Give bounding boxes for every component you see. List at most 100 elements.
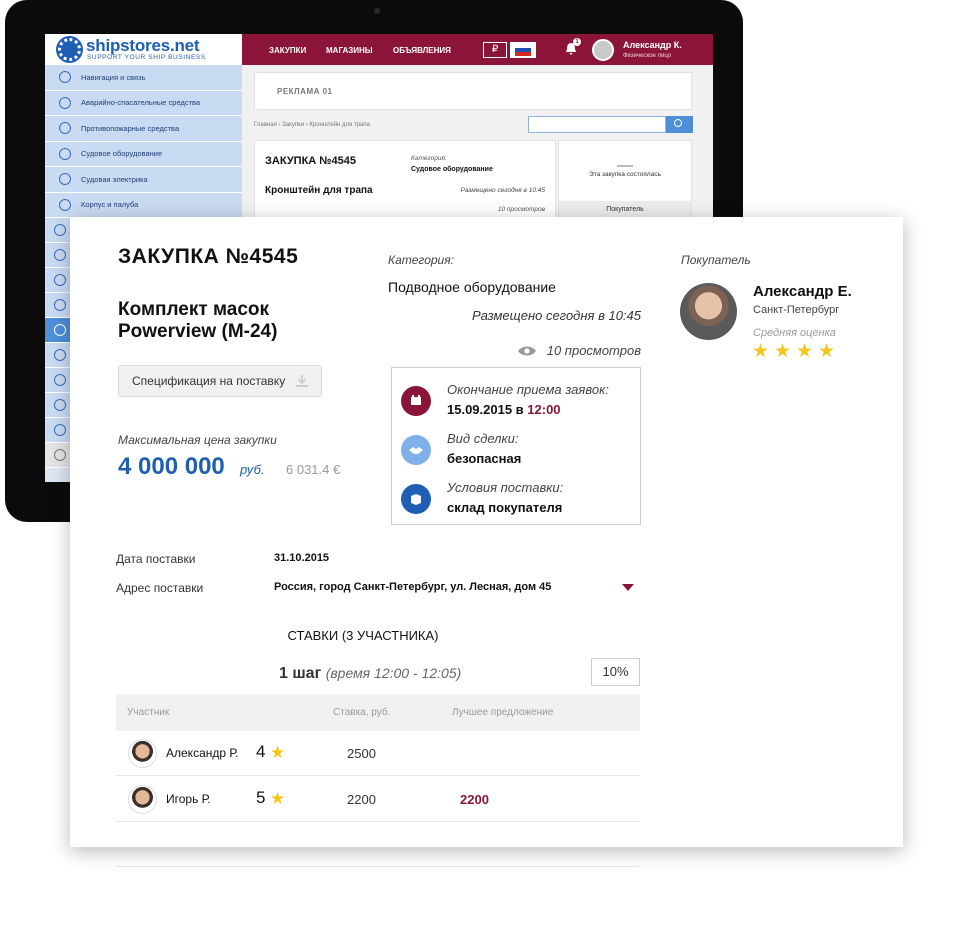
sidebar-item-label: Аварийно-спасательные средства (81, 98, 201, 108)
buyer-rating-label: Средняя оценка (753, 327, 836, 339)
sidebar-item-label: Навигация и связь (81, 72, 146, 82)
fire-extinguisher-icon (59, 122, 71, 135)
nav-stores[interactable]: МАГАЗИНЫ (326, 46, 373, 55)
product-name: Комплект масок Powerview (М-24) (118, 299, 278, 342)
step-time: (время 12:00 - 12:05) (325, 665, 462, 681)
address-expand-arrow-icon[interactable] (622, 584, 634, 591)
logo-gear-icon (58, 38, 81, 61)
sidebar-item-label: Судовое оборудование (81, 149, 163, 159)
sidebar-item-equipment[interactable]: Судовое оборудование (45, 141, 242, 167)
participant-best: 2200 (460, 792, 489, 807)
participant-bid: 2500 (347, 746, 376, 761)
buyer-label: Покупатель (681, 253, 751, 267)
nav-ads[interactable]: ОБЪЯВЛЕНИЯ (393, 46, 451, 55)
search-input[interactable] (528, 116, 666, 133)
views-count: 10 просмотров (517, 343, 641, 358)
fish-icon (54, 249, 66, 261)
plug-icon (59, 173, 71, 186)
sidebar-item-navigation[interactable]: Навигация и связь (45, 65, 242, 91)
category-value[interactable]: Подводное оборудование (388, 279, 556, 295)
star-icon: ★ (270, 743, 286, 762)
max-price-eur: 6 031.4 € (286, 462, 341, 477)
currency-button[interactable]: ₽ (483, 42, 507, 58)
max-price-currency: руб. (240, 462, 265, 477)
star-icon: ★ (818, 341, 836, 362)
step-label: 1 шаг (279, 665, 322, 682)
deal-value: безопасная (447, 451, 522, 466)
purchase-detail-card: ЗАКУПКА №4545 Комплект масок Powerview (… (70, 217, 903, 847)
preview-category-label: Категория: (411, 155, 447, 162)
eye-icon (54, 299, 66, 311)
sidebar-item-electrics[interactable]: Судовая электрика (45, 167, 242, 193)
sidebar-item-label: Противопожарные средства (81, 123, 180, 133)
terms-panel: Окончание приема заявок: 15.09.2015 в 12… (391, 367, 641, 525)
views-text: 10 просмотров (546, 343, 641, 358)
preview-name: Кронштейн для трапа (265, 185, 373, 196)
download-icon (296, 375, 308, 387)
col-best: Лучшее предложение (452, 707, 554, 718)
ad-banner[interactable]: РЕКЛАМА 01 (254, 72, 692, 110)
purchase-card-preview: ЗАКУПКА №4545 Кронштейн для трапа Катего… (254, 140, 556, 220)
sidebar-item-rescue[interactable]: Аварийно-спасательные средства (45, 90, 242, 116)
leaf-icon (54, 349, 66, 361)
ad-label: РЕКЛАМА 01 (277, 87, 333, 96)
table-row[interactable]: Игорь Р. 5 ★ 2200 2200 (116, 777, 640, 822)
nav-purchases[interactable]: ЗАКУПКИ (269, 46, 306, 55)
participant-avatar (128, 739, 157, 768)
delivery-date-value: 31.10.2015 (274, 552, 330, 564)
category-label: Категория: (388, 253, 454, 267)
compass-icon (59, 71, 71, 84)
deal-label: Вид сделки: (447, 431, 519, 446)
buyer-name[interactable]: Александр Е. (753, 283, 852, 300)
deadline-label: Окончание приема заявок: (447, 382, 609, 397)
cloud-icon (54, 399, 66, 411)
step-percent: 10% (591, 658, 640, 686)
participant-rank: 4 (256, 742, 266, 761)
sidebar-item-hull[interactable]: Корпус и палуба (45, 192, 242, 218)
delivery-value: склад покупателя (447, 500, 563, 515)
search-icon (674, 119, 682, 127)
preview-placed: Размещено сегодня в 10:45 (460, 187, 546, 194)
logo[interactable]: shipstores.net SUPPORT YOUR SHIP BUSINES… (45, 34, 242, 65)
preview-views: 10 просмотров (497, 206, 545, 213)
divider (115, 866, 639, 867)
sidebar-item-label: Корпус и палуба (81, 200, 139, 210)
deadline-date: 15.09.2015 в (447, 402, 528, 417)
sidebar-item-label: Судовая электрика (81, 174, 148, 184)
max-price-value: 4 000 000 (118, 453, 225, 480)
col-bid: Ставка, руб. (333, 707, 391, 718)
calendar-icon (401, 386, 431, 416)
preview-title: ЗАКУПКА №4545 (265, 155, 357, 167)
refresh-icon (54, 449, 66, 461)
top-bar: shipstores.net SUPPORT YOUR SHIP BUSINES… (45, 34, 713, 65)
handshake-icon (401, 435, 431, 465)
preview-category: Судовое оборудование (411, 166, 493, 173)
buyer-avatar[interactable] (680, 283, 737, 340)
diving-mask-icon (54, 324, 66, 336)
water-drop-icon (54, 224, 66, 236)
address-value: Россия, город Санкт-Петербург, ул. Лесна… (274, 581, 552, 593)
participant-name: Игорь Р. (166, 792, 211, 806)
participant-bid: 2200 (347, 792, 376, 807)
user-name[interactable]: Александр К. (623, 40, 682, 50)
table-row[interactable]: Александр Р. 4 ★ 2500 (116, 731, 640, 776)
logo-subtitle: SUPPORT YOUR SHIP BUSINESS (87, 54, 206, 61)
purchase-status: Эта закупка состоялась (589, 171, 661, 178)
bids-table-header: Участник Ставка, руб. Лучшее предложение (116, 694, 640, 731)
purchase-title: ЗАКУПКА №4545 (118, 245, 299, 268)
max-price-label: Максимальная цена закупки (118, 433, 277, 447)
search-button[interactable] (666, 116, 693, 133)
russian-flag-icon[interactable] (510, 42, 536, 58)
purchase-status-panel: Эта закупка состоялась Покупатель (558, 140, 692, 220)
sidebar-item-fire[interactable]: Противопожарные средства (45, 116, 242, 142)
deadline-time: 12:00 (527, 402, 561, 417)
box-icon (401, 484, 431, 514)
specification-download-button[interactable]: Спецификация на поставку (118, 365, 322, 397)
participant-avatar (128, 785, 157, 814)
logo-title: shipstores.net (86, 36, 200, 55)
participant-rank: 5 (256, 788, 266, 807)
breadcrumb[interactable]: Главная › Закупки › Кронштейн для трапа (254, 122, 370, 128)
user-avatar[interactable] (592, 39, 614, 61)
cup-icon (54, 374, 66, 386)
target-icon (54, 274, 66, 286)
